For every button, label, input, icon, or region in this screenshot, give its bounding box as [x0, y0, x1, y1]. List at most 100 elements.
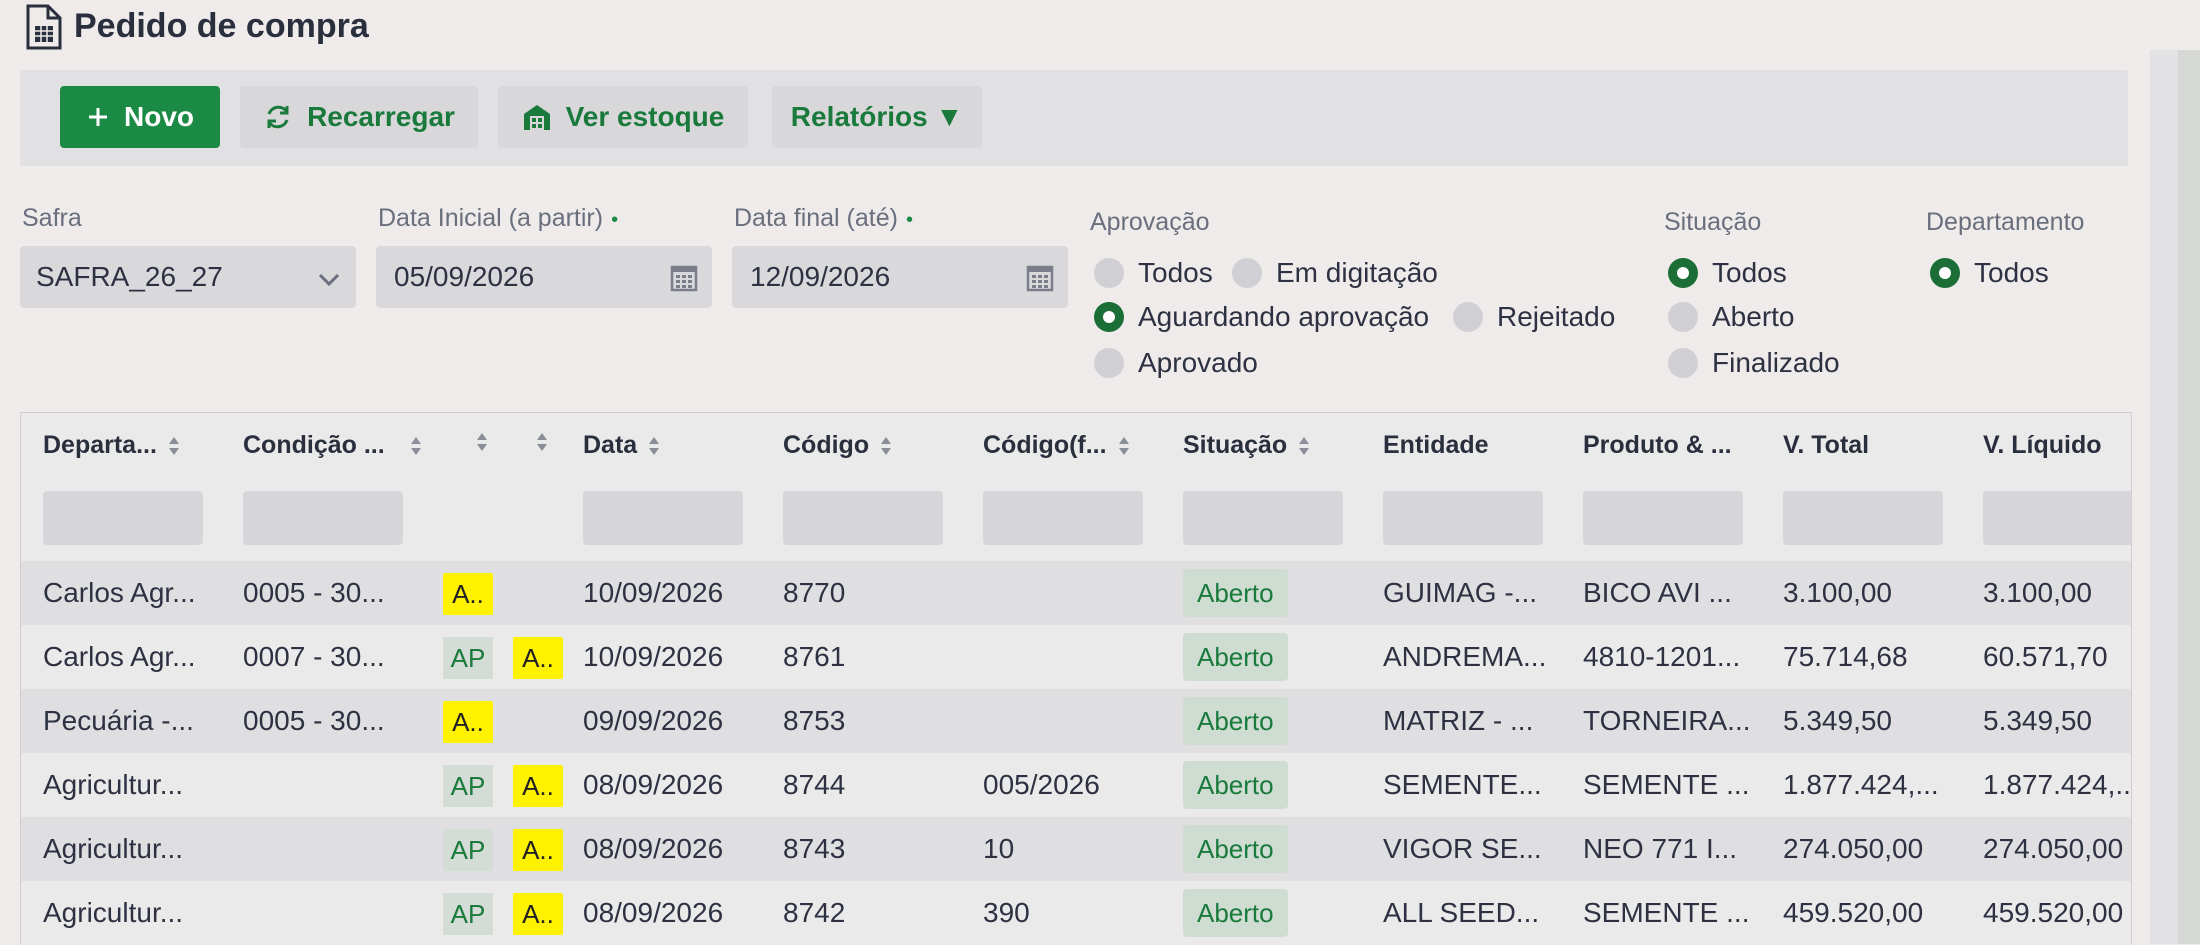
approval-radio-aprovado[interactable]: Aprovado: [1094, 347, 1258, 379]
column-header-approval-tag[interactable]: [443, 431, 489, 453]
filter-input-total[interactable]: [1783, 491, 1943, 545]
cell-supplier-code: 10: [983, 833, 1015, 864]
cell-date: 08/09/2026: [583, 769, 724, 800]
cell-date: 08/09/2026: [583, 833, 724, 864]
cell-product: NEO 771 I...: [1583, 833, 1738, 864]
cell-code: 8770: [783, 577, 846, 608]
department-radio-todos[interactable]: Todos: [1930, 257, 2049, 289]
column-header-entity[interactable]: Entidade: [1383, 431, 1489, 460]
approval-tag: AP: [443, 829, 493, 871]
situation-radio-finalizado[interactable]: Finalizado: [1668, 347, 1840, 379]
status-tag: A..: [513, 829, 563, 871]
filter-input-net[interactable]: [1983, 491, 2131, 545]
column-header-product[interactable]: Produto & ...: [1583, 431, 1732, 460]
column-header-situation[interactable]: Situação: [1183, 431, 1311, 460]
cell-total: 459.520,00: [1783, 897, 1924, 928]
cell-entity: ANDREMA...: [1383, 641, 1547, 672]
column-header-code[interactable]: Código: [783, 431, 893, 460]
cell-product: BICO AVI ...: [1583, 577, 1732, 608]
filter-input-situation[interactable]: [1183, 491, 1343, 545]
status-badge: Aberto: [1183, 825, 1288, 873]
situation-radio-aberto[interactable]: Aberto: [1668, 301, 1795, 333]
filter-input-code[interactable]: [783, 491, 943, 545]
column-header-status-tag[interactable]: [511, 431, 549, 453]
cell-department: Agricultur...: [43, 769, 184, 800]
approval-radio-rejeitado[interactable]: Rejeitado: [1453, 301, 1615, 333]
safra-label: Safra: [22, 204, 82, 232]
status-badge: Aberto: [1183, 569, 1288, 617]
cell-department: Agricultur...: [43, 897, 184, 928]
reports-dropdown-button[interactable]: Relatórios ▼: [772, 86, 982, 148]
end-date-label: Data final (até) •: [734, 204, 913, 232]
department-label: Departamento: [1926, 208, 2085, 236]
column-header-net[interactable]: V. Líquido: [1983, 431, 2102, 460]
filter-input-entity[interactable]: [1383, 491, 1543, 545]
situation-radio-todos[interactable]: Todos: [1668, 257, 1787, 289]
end-date-input[interactable]: 12/09/2026: [732, 246, 1068, 308]
cell-code: 8761: [783, 641, 846, 672]
approval-radio-todos[interactable]: Todos: [1094, 257, 1213, 289]
new-button[interactable]: Novo: [60, 86, 220, 148]
column-header-department[interactable]: Departa...: [43, 431, 181, 460]
cell-net: 3.100,00: [1983, 577, 2092, 608]
sort-icon[interactable]: [475, 431, 489, 453]
column-header-date[interactable]: Data: [583, 431, 661, 460]
cell-date: 08/09/2026: [583, 897, 724, 928]
cell-date: 10/09/2026: [583, 641, 724, 672]
status-badge: Aberto: [1183, 889, 1288, 937]
sort-icon[interactable]: [535, 431, 549, 453]
sort-icon[interactable]: [167, 435, 181, 457]
filter-input-condition[interactable]: [243, 491, 403, 545]
table-row[interactable]: Carlos Agr... 0007 - 30... AP A.. 10/09/…: [21, 625, 2131, 689]
reload-button[interactable]: Recarregar: [240, 86, 478, 148]
view-stock-button[interactable]: Ver estoque: [498, 86, 748, 148]
cell-code: 8743: [783, 833, 846, 864]
filter-input-supplier-code[interactable]: [983, 491, 1143, 545]
table-row[interactable]: Pecuária -... 0005 - 30... A.. 09/09/202…: [21, 689, 2131, 753]
cell-department: Carlos Agr...: [43, 641, 196, 672]
approval-radio-em-digitacao[interactable]: Em digitação: [1232, 257, 1438, 289]
filter-input-department[interactable]: [43, 491, 203, 545]
approval-tag: A..: [443, 573, 493, 615]
cell-total: 75.714,68: [1783, 641, 1908, 672]
sort-icon[interactable]: [879, 435, 893, 457]
calendar-icon[interactable]: [670, 264, 698, 299]
cell-code: 8742: [783, 897, 846, 928]
table-row[interactable]: Carlos Agr... 0005 - 30... A.. 10/09/202…: [21, 561, 2131, 625]
approval-radio-aguardando[interactable]: Aguardando aprovação: [1094, 301, 1429, 333]
table-row[interactable]: Agricultur... AP A.. 08/09/2026 8744 005…: [21, 753, 2131, 817]
column-header-condition[interactable]: Condição ...: [243, 431, 423, 460]
reports-button-label: Relatórios ▼: [790, 101, 964, 132]
reload-button-label: Recarregar: [307, 101, 455, 132]
column-header-supplier-code[interactable]: Código(f...: [983, 431, 1131, 460]
cell-entity: VIGOR SE...: [1383, 833, 1542, 864]
new-button-label: Novo: [124, 101, 194, 132]
cell-code: 8744: [783, 769, 846, 800]
vertical-scrollbar[interactable]: [2150, 50, 2200, 944]
filter-input-date[interactable]: [583, 491, 743, 545]
cell-product: SEMENTE ...: [1583, 897, 1750, 928]
safra-select[interactable]: SAFRA_26_27: [20, 246, 356, 308]
sort-icon[interactable]: [1297, 435, 1311, 457]
toolbar: Novo Recarregar Ver estoque Relatórios ▼: [20, 70, 2128, 166]
cell-condition: 0007 - 30...: [243, 641, 385, 672]
sort-icon[interactable]: [1117, 435, 1131, 457]
start-date-value: 05/09/2026: [394, 261, 535, 292]
view-stock-button-label: Ver estoque: [565, 101, 725, 132]
column-header-total[interactable]: V. Total: [1783, 431, 1869, 460]
filter-input-product[interactable]: [1583, 491, 1743, 545]
cell-code: 8753: [783, 705, 846, 736]
start-date-label: Data Inicial (a partir) •: [378, 204, 619, 232]
cell-entity: GUIMAG -...: [1383, 577, 1537, 608]
start-date-input[interactable]: 05/09/2026: [376, 246, 712, 308]
approval-tag: AP: [443, 893, 493, 935]
table-row[interactable]: Agricultur... AP A.. 08/09/2026 8743 10 …: [21, 817, 2131, 881]
calendar-icon[interactable]: [1026, 264, 1054, 299]
approval-label: Aprovação: [1090, 208, 1210, 236]
cell-net: 274.050,00: [1983, 833, 2124, 864]
table-row[interactable]: Agricultur... AP A.. 08/09/2026 8742 390…: [21, 881, 2131, 945]
sort-icon[interactable]: [647, 435, 661, 457]
status-tag: A..: [513, 893, 563, 935]
sort-icon[interactable]: [409, 435, 423, 457]
status-badge: Aberto: [1183, 633, 1288, 681]
